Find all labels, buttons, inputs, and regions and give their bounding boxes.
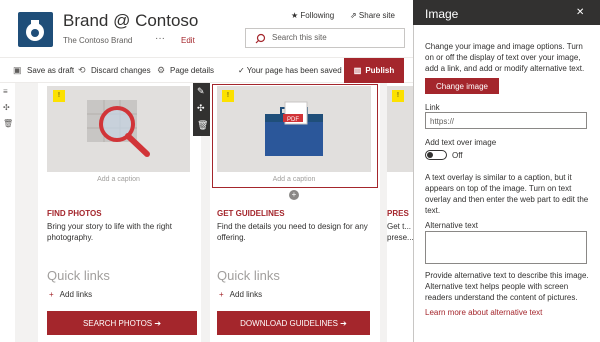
card-title: FIND PHOTOS [47,209,102,218]
trash-icon[interactable]: 🗑 [197,120,208,131]
search-placeholder: Search this site [272,33,327,42]
card-image[interactable]: PDF [217,86,371,172]
site-subtitle[interactable]: The Contoso Brand [63,36,132,45]
discard-icon: ⟲ [78,65,86,75]
add-links-button[interactable]: + Add links [219,290,262,299]
gear-icon: ⚙ [157,65,166,75]
pencil-icon[interactable]: ✎ [197,86,205,97]
more-options-icon[interactable]: ··· [155,33,165,44]
card-image[interactable] [47,86,190,172]
card-title: PRES [387,209,409,218]
search-photos-button[interactable]: SEARCH PHOTOS ➔ [47,311,197,335]
card-title: GET GUIDELINES [217,209,285,218]
caption-placeholder[interactable]: Add a caption [217,176,371,183]
card-description: Get t... prese... [387,222,413,242]
plus-icon: + [49,290,54,299]
add-section-icon[interactable]: + [289,190,299,200]
overlay-label: Add text over image [425,138,497,147]
warning-icon: ! [392,90,404,102]
toolbox-pdf-image: PDF [265,101,323,156]
site-logo[interactable] [18,12,53,47]
download-guidelines-button[interactable]: DOWNLOAD GUIDELINES ➔ [217,311,370,335]
change-image-button[interactable]: Change image [425,78,499,94]
save-icon: ▣ [13,65,22,75]
saved-status: ✓ Your page has been saved [238,66,342,75]
plus-icon: + [219,290,224,299]
following-button[interactable]: ★ Following [291,11,334,20]
learn-more-link[interactable]: Learn more about alternative text [425,307,542,318]
discard-changes-button[interactable]: Discard changes [91,66,151,75]
edit-section-icon[interactable]: ≡ [3,87,8,96]
search-icon [255,33,266,44]
overlay-state: Off [452,151,463,160]
quick-links-title: Quick links [217,268,280,283]
panel-intro: Change your image and image options. Tur… [425,42,585,73]
card-description: Find the details you need to design for … [217,222,368,242]
add-links-button[interactable]: + Add links [49,290,92,299]
share-site-button[interactable]: ⇗ Share site [350,11,395,20]
overlay-description: A text overlay is similar to a caption, … [425,173,589,215]
section-toolbar: ≡ ✣ 🗑 [0,83,15,342]
publish-label: Publish [365,66,395,75]
magnifier-image [87,100,150,157]
warning-icon: ! [53,90,65,102]
caption-placeholder[interactable]: Add a caption [47,176,190,183]
publish-button[interactable]: ▥ Publish [344,58,404,83]
add-links-label: Add links [59,290,93,299]
save-draft-button[interactable]: Save as draft [27,66,74,75]
card-description: Bring your story to life with the right … [47,222,172,242]
link-value: https:// [430,117,455,126]
link-input[interactable]: https:// [425,112,587,129]
add-links-label: Add links [229,290,263,299]
quick-links-title: Quick links [47,268,110,283]
delete-section-icon[interactable]: 🗑 [3,119,13,128]
edit-link[interactable]: Edit [181,36,195,45]
toggle-knob [427,152,433,158]
page-details-button[interactable]: Page details [170,66,214,75]
warning-icon: ! [222,90,234,102]
alt-text-textarea[interactable] [425,231,587,264]
move-icon[interactable]: ✣ [197,103,205,114]
close-icon[interactable]: ✕ [576,7,584,18]
alt-text-label: Alternative text [425,221,478,230]
money-bag-icon [26,20,44,41]
book-icon: ▥ [353,66,362,75]
card-presentations: ! PRES Get t... prese... [387,83,413,342]
site-title[interactable]: Brand @ Contoso [63,11,198,31]
panel-title: Image [425,7,459,21]
pdf-label: PDF [287,117,299,123]
alt-text-description: Provide alternative text to describe thi… [425,271,589,302]
move-section-icon[interactable]: ✣ [3,103,10,112]
